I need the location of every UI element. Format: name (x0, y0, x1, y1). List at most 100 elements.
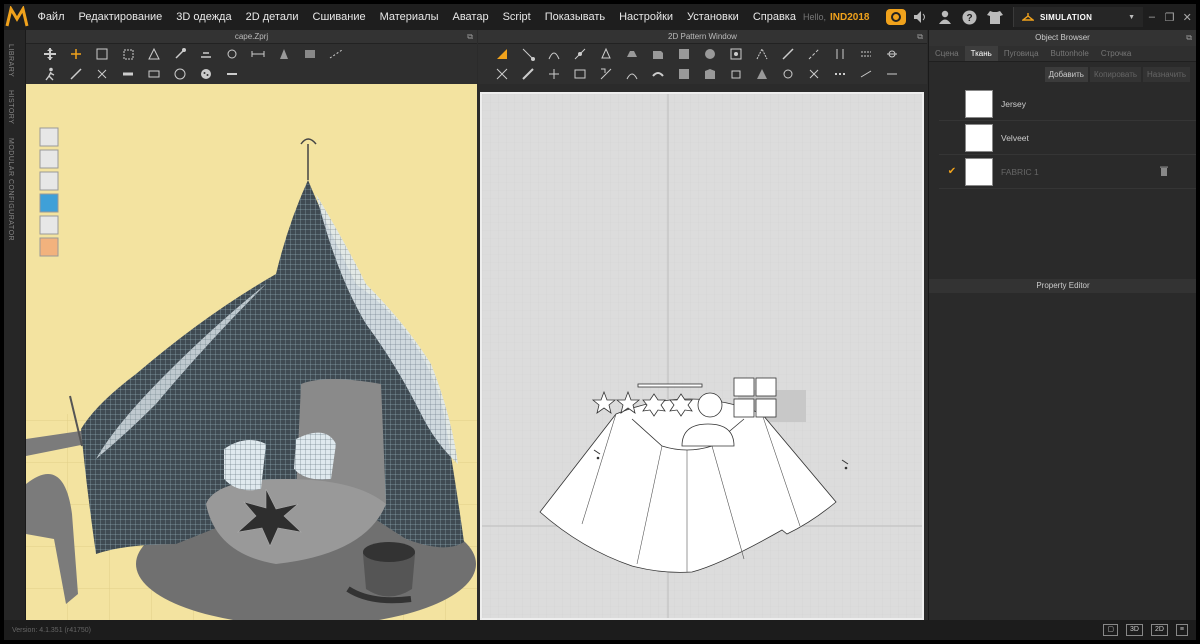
pin-icon[interactable] (170, 45, 190, 63)
layer-icon[interactable] (144, 65, 164, 83)
dart-icon[interactable] (726, 45, 746, 63)
polygon-icon[interactable] (596, 45, 616, 63)
list-item[interactable]: ✔ FABRIC 1 (939, 155, 1196, 189)
menu-settings[interactable]: Настройки (612, 11, 680, 23)
internal-polygon-icon[interactable] (622, 45, 642, 63)
flatten-icon[interactable] (196, 45, 216, 63)
segment-sewing-icon[interactable] (492, 65, 512, 83)
gather-icon[interactable] (804, 45, 824, 63)
simulation-mode-dropdown[interactable]: SIMULATION ▼ (1012, 7, 1144, 27)
popout-icon[interactable]: ⧉ (917, 30, 923, 44)
edit-curve-icon[interactable] (544, 45, 564, 63)
edit-button-icon[interactable] (778, 65, 798, 83)
transform-icon[interactable] (66, 45, 86, 63)
zipper-2d-icon[interactable] (830, 65, 850, 83)
menu-edit[interactable]: Редактирование (72, 11, 170, 23)
texture-icon[interactable] (300, 45, 320, 63)
baseline-icon[interactable] (830, 45, 850, 63)
minimize-button[interactable]: – (1143, 7, 1161, 27)
menu-avatar[interactable]: Аватар (446, 11, 496, 23)
add-point-icon[interactable] (570, 45, 590, 63)
select-box-icon[interactable] (92, 45, 112, 63)
ruler-icon[interactable] (882, 65, 902, 83)
offset-icon[interactable] (882, 45, 902, 63)
measure-icon[interactable] (248, 45, 268, 63)
version-label: Version: 4.1.351 (r41750) (12, 626, 91, 634)
chevron-down-icon: ▼ (1128, 13, 1136, 21)
fold-icon[interactable] (144, 45, 164, 63)
circle-icon[interactable] (700, 45, 720, 63)
walk-icon[interactable] (40, 65, 60, 83)
tack-icon[interactable] (222, 45, 242, 63)
m-n-sewing-icon[interactable] (544, 65, 564, 83)
trash-icon[interactable] (1160, 166, 1168, 178)
menu-display[interactable]: Показывать (538, 11, 612, 23)
split-view-icon[interactable]: ▢ (1103, 624, 1118, 636)
menu-2d-pattern[interactable]: 2D детали (239, 11, 306, 23)
strengthen-icon[interactable] (118, 65, 138, 83)
assign-button[interactable]: Назначить (1143, 67, 1190, 82)
arrange-icon[interactable] (170, 65, 190, 83)
copy-button[interactable]: Копировать (1089, 67, 1142, 82)
view-2d-button[interactable]: 2D (1150, 624, 1168, 636)
garment-settings-icon[interactable] (982, 4, 1007, 30)
edit-texture-icon[interactable] (700, 65, 720, 83)
close-button[interactable]: ✕ (1178, 7, 1196, 27)
menu-preferences[interactable]: Установки (680, 11, 746, 23)
view-3d-button[interactable]: 3D (1126, 624, 1143, 636)
tab-modular-configurator[interactable]: MODULAR CONFIGURATOR (7, 138, 14, 241)
free-sewing-icon[interactable] (518, 65, 538, 83)
pucker-icon[interactable] (648, 65, 668, 83)
edit-point-icon[interactable] (518, 45, 538, 63)
3d-viewport[interactable] (26, 84, 477, 620)
hanger-icon (1021, 13, 1034, 21)
measure-2d-icon[interactable] (856, 65, 876, 83)
menu-file[interactable]: Файл (30, 11, 71, 23)
speaker-icon[interactable] (908, 4, 933, 30)
menu-materials[interactable]: Материалы (373, 11, 446, 23)
lasso-icon[interactable] (118, 45, 138, 63)
graphic-icon[interactable] (726, 65, 746, 83)
list-view-icon[interactable]: ≡ (1175, 624, 1188, 636)
square-icon[interactable] (674, 45, 694, 63)
list-item[interactable]: Velveet (939, 121, 1196, 155)
add-button[interactable]: Добавить (1044, 67, 1088, 82)
button-icon[interactable] (196, 65, 216, 83)
topstitch-icon[interactable] (622, 65, 642, 83)
fold-line-icon[interactable] (778, 45, 798, 63)
texture-transform-icon[interactable] (752, 65, 772, 83)
edit-sewing-icon[interactable] (596, 65, 616, 83)
help-icon[interactable]: ? (958, 4, 983, 30)
check-sewing-icon[interactable] (570, 65, 590, 83)
tab-history[interactable]: HISTORY (7, 90, 14, 124)
restore-button[interactable]: ❐ (1161, 7, 1179, 27)
seam-icon[interactable] (326, 45, 346, 63)
cloud-sync-icon[interactable] (883, 4, 908, 30)
menu-sewing[interactable]: Сшивание (306, 11, 373, 23)
tab-fabric[interactable]: Ткань (964, 46, 998, 61)
tab-button[interactable]: Пуговица (998, 46, 1045, 61)
list-item[interactable]: Jersey (939, 87, 1196, 121)
menu-help[interactable]: Справка (746, 11, 803, 23)
popout-icon[interactable]: ⧉ (467, 30, 473, 44)
menu-3d-garment[interactable]: 3D одежда (169, 11, 238, 23)
tab-topstitch[interactable]: Строчка (1095, 46, 1137, 61)
menu-script[interactable]: Script (496, 11, 538, 23)
fabric-grain-icon[interactable] (674, 65, 694, 83)
buttonhole-icon[interactable] (804, 65, 824, 83)
tab-scene[interactable]: Сцена (929, 46, 965, 61)
steam-icon[interactable] (66, 65, 86, 83)
popout-icon[interactable]: ⧉ (1186, 30, 1192, 46)
zipper-icon[interactable] (222, 65, 242, 83)
shrink-icon[interactable] (92, 65, 112, 83)
tab-library[interactable]: LIBRARY (7, 44, 14, 77)
select-move-icon[interactable] (40, 45, 60, 63)
trace-icon[interactable] (856, 45, 876, 63)
user-icon[interactable] (933, 4, 958, 30)
2d-pattern-canvas[interactable] (480, 92, 924, 620)
rectangle-icon[interactable] (648, 45, 668, 63)
tab-buttonhole[interactable]: Buttonhole (1045, 46, 1095, 61)
notch-icon[interactable] (752, 45, 772, 63)
avatar-edit-icon[interactable] (274, 45, 294, 63)
transform-pattern-icon[interactable] (492, 45, 512, 63)
